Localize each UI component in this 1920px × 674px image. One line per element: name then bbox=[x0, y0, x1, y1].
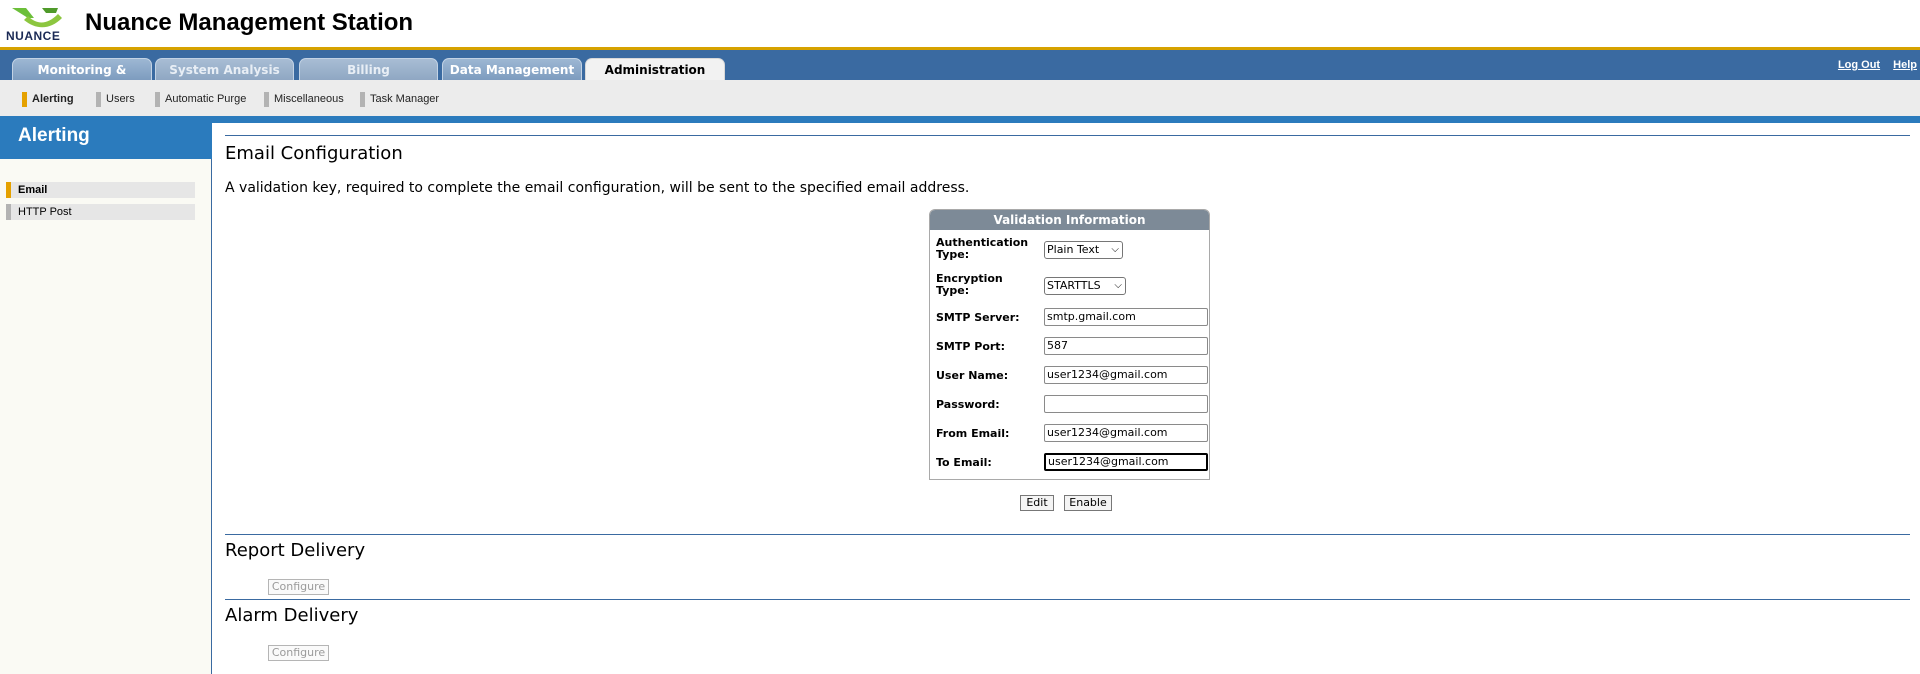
validation-info-title: Validation Information bbox=[930, 210, 1209, 230]
help-link[interactable]: Help bbox=[1893, 59, 1917, 71]
smtp-port-label: SMTP Port: bbox=[936, 340, 1005, 353]
sub-navigation: Alerting Users Automatic Purge Miscellan… bbox=[0, 80, 1920, 116]
edit-button[interactable]: Edit bbox=[1020, 495, 1054, 511]
smtp-server-row: SMTP Server: smtp.gmail.com bbox=[936, 308, 1208, 328]
nuance-logo-icon bbox=[12, 8, 62, 28]
encryption-type-label-line2: Type: bbox=[936, 284, 970, 297]
sidebar: Alerting Email HTTP Post bbox=[0, 123, 212, 674]
password-row: Password: bbox=[936, 395, 1208, 415]
auth-type-select-value: Plain Text bbox=[1047, 243, 1100, 256]
section-divider bbox=[225, 599, 1910, 600]
password-label: Password: bbox=[936, 398, 1000, 411]
subnav-alerting[interactable]: Alerting bbox=[22, 92, 74, 107]
smtp-server-label: SMTP Server: bbox=[936, 311, 1020, 324]
top-links: Log Out Help bbox=[1828, 59, 1917, 71]
report-delivery-configure-button[interactable]: Configure bbox=[268, 579, 329, 595]
subnav-task-manager[interactable]: Task Manager bbox=[360, 92, 439, 107]
subnav-users[interactable]: Users bbox=[96, 92, 135, 107]
tab-data-management[interactable]: Data Management bbox=[442, 58, 582, 80]
alarm-delivery-configure-button[interactable]: Configure bbox=[268, 645, 329, 661]
app-header: NUANCE Nuance Management Station bbox=[0, 0, 1920, 47]
sidebar-item-http-post[interactable]: HTTP Post bbox=[6, 204, 195, 220]
smtp-port-input[interactable]: 587 bbox=[1044, 337, 1208, 355]
to-email-label: To Email: bbox=[936, 456, 992, 469]
user-name-input[interactable]: user1234@gmail.com bbox=[1044, 366, 1208, 384]
tab-system-analysis[interactable]: System Analysis bbox=[155, 58, 294, 80]
alarm-delivery-title: Alarm Delivery bbox=[225, 605, 359, 626]
encryption-type-select[interactable]: STARTTLS ⌵ bbox=[1044, 277, 1126, 295]
subnav-automatic-purge[interactable]: Automatic Purge bbox=[155, 92, 246, 107]
main-tab-bar: Monitoring & Control System Analysis Bil… bbox=[0, 50, 1920, 99]
smtp-port-row: SMTP Port: 587 bbox=[936, 337, 1208, 357]
subnav-miscellaneous[interactable]: Miscellaneous bbox=[264, 92, 344, 107]
subnav-divider bbox=[0, 116, 1920, 123]
tab-monitoring-control[interactable]: Monitoring & Control bbox=[12, 58, 152, 99]
auth-type-row: Authentication Type: Plain Text ⌵ bbox=[936, 237, 1202, 263]
from-email-row: From Email: user1234@gmail.com bbox=[936, 424, 1208, 444]
email-config-title: Email Configuration bbox=[225, 143, 403, 164]
password-input[interactable] bbox=[1044, 395, 1208, 413]
validation-note: A validation key, required to complete t… bbox=[225, 180, 970, 196]
auth-type-select[interactable]: Plain Text ⌵ bbox=[1044, 241, 1123, 259]
tab-billing[interactable]: Billing bbox=[299, 58, 438, 80]
to-email-input[interactable]: user1234@gmail.com bbox=[1044, 453, 1208, 471]
section-divider bbox=[225, 534, 1910, 535]
nuance-logo: NUANCE bbox=[6, 4, 68, 44]
auth-type-label: Authentication Type: bbox=[936, 237, 1028, 261]
smtp-server-input[interactable]: smtp.gmail.com bbox=[1044, 308, 1208, 326]
main-content: Email Configuration A validation key, re… bbox=[213, 123, 1920, 674]
sidebar-title: Alerting bbox=[0, 123, 212, 159]
auth-type-label-line2: Type: bbox=[936, 248, 970, 261]
section-divider bbox=[225, 135, 1910, 136]
chevron-down-icon: ⌵ bbox=[1114, 280, 1122, 291]
report-delivery-title: Report Delivery bbox=[225, 540, 366, 561]
from-email-label: From Email: bbox=[936, 427, 1010, 440]
app-title: Nuance Management Station bbox=[85, 9, 414, 36]
logout-link[interactable]: Log Out bbox=[1838, 59, 1880, 71]
chevron-down-icon: ⌵ bbox=[1111, 244, 1119, 255]
enable-button[interactable]: Enable bbox=[1064, 495, 1112, 511]
encryption-type-label: Encryption Type: bbox=[936, 273, 1003, 297]
user-name-row: User Name: user1234@gmail.com bbox=[936, 366, 1208, 386]
user-name-label: User Name: bbox=[936, 369, 1009, 382]
encryption-type-select-value: STARTTLS bbox=[1047, 279, 1101, 292]
logo-text: NUANCE bbox=[6, 29, 61, 43]
to-email-row: To Email: user1234@gmail.com bbox=[936, 453, 1208, 473]
tab-administration[interactable]: Administration bbox=[585, 58, 725, 81]
sidebar-item-email[interactable]: Email bbox=[6, 182, 195, 198]
validation-info-box: Validation Information Authentication Ty… bbox=[929, 209, 1210, 480]
encryption-type-row: Encryption Type: STARTTLS ⌵ bbox=[936, 273, 1202, 299]
from-email-input[interactable]: user1234@gmail.com bbox=[1044, 424, 1208, 442]
